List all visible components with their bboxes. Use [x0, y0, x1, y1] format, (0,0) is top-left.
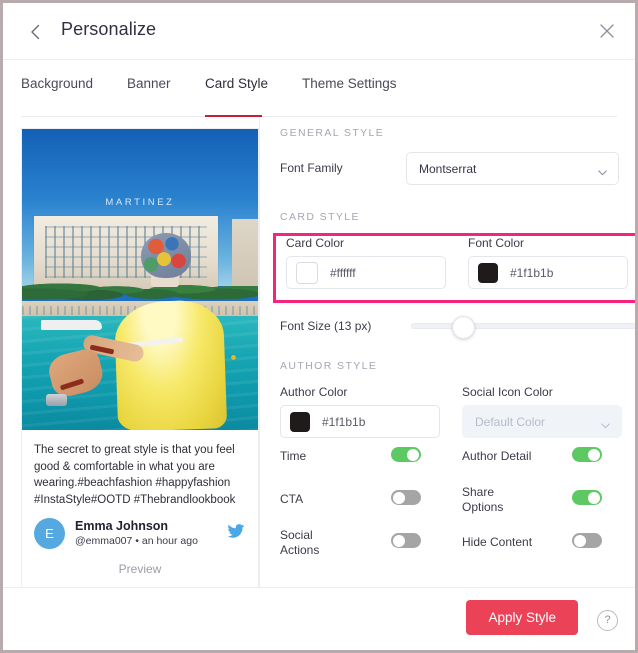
question-mark-icon[interactable]: ?	[597, 610, 618, 631]
toggle-knob	[407, 448, 419, 461]
share-options-line1: Share	[462, 485, 495, 499]
photo-woman-headscarf	[141, 232, 191, 278]
photo-buoy	[230, 354, 236, 360]
font-family-row: Font Family Montserrat	[280, 152, 635, 197]
card-color-label: Card Color	[286, 236, 345, 250]
toggle-share-options[interactable]	[572, 490, 602, 505]
social-icon-color-value: Default Color	[475, 414, 546, 429]
tab-background[interactable]: Background	[21, 76, 93, 91]
toggle-row-3: Social Actions Hide Content	[280, 528, 635, 568]
tab-theme-settings[interactable]: Theme Settings	[302, 76, 397, 91]
toggle-knob	[588, 491, 600, 504]
share-options-line2: Options	[462, 500, 504, 514]
toggle-time[interactable]	[391, 447, 421, 462]
section-card-style: CARD STYLE	[280, 211, 360, 223]
photo-watch	[45, 393, 67, 406]
card-color-value: #ffffff	[330, 265, 356, 280]
card-color-input[interactable]: #ffffff	[286, 256, 446, 289]
toggle-cta[interactable]	[391, 490, 421, 505]
chevron-down-icon	[598, 165, 607, 176]
photo-woman-dress	[114, 298, 228, 430]
preview-label: Preview	[118, 562, 162, 576]
author-handle: @emma007 • an hour ago	[75, 535, 198, 547]
toggle-label-share-options: Share Options	[462, 485, 503, 515]
toggle-label-hide-content: Hide Content	[462, 535, 533, 549]
photo-boat	[40, 320, 103, 330]
preview-card: MARTINEZ The secret to great style is th…	[21, 128, 259, 588]
font-size-slider-thumb[interactable]	[451, 316, 475, 339]
toggle-knob	[588, 448, 600, 461]
photo-sign-text: MARTINEZ	[105, 196, 175, 208]
author-color-swatch[interactable]	[290, 411, 310, 432]
social-icon-color-select[interactable]: Default Color	[462, 405, 622, 438]
avatar: E	[34, 518, 65, 549]
social-actions-line2: Actions	[280, 543, 320, 557]
toggle-knob	[393, 491, 405, 504]
section-author-style: AUTHOR STYLE	[280, 360, 378, 372]
toggle-author-detail[interactable]	[572, 447, 602, 462]
toggle-hide-content[interactable]	[572, 533, 602, 548]
toggle-knob	[393, 534, 405, 547]
toggle-label-time: Time	[280, 449, 307, 463]
toggle-row-1: Time Author Detail	[280, 447, 635, 485]
social-actions-line1: Social	[280, 528, 313, 542]
preview-panel: MARTINEZ The secret to great style is th…	[21, 128, 259, 588]
toggle-label-author-detail: Author Detail	[462, 449, 532, 463]
settings-panel: GENERAL STYLE Font Family Montserrat CAR…	[280, 117, 635, 568]
tab-banner[interactable]: Banner	[127, 76, 171, 91]
social-icon-color-label: Social Icon Color	[462, 385, 553, 399]
author-meta: Emma Johnson @emma007 • an hour ago	[75, 519, 226, 548]
toggle-row-2: CTA Share Options	[280, 485, 635, 528]
personalize-dialog: Personalize Background Banner Card Style…	[0, 0, 638, 653]
tab-card-style[interactable]: Card Style	[205, 76, 268, 91]
toggle-knob	[574, 534, 586, 547]
author-color-input[interactable]: #1f1b1b	[280, 405, 440, 438]
section-general-style: GENERAL STYLE	[280, 127, 385, 139]
card-style-colors-row: Card Color #ffffff Font Color #1f1b1b	[280, 236, 635, 298]
toggle-label-cta: CTA	[280, 492, 304, 506]
font-family-label: Font Family	[280, 161, 343, 175]
font-size-label: Font Size (13 px)	[280, 319, 372, 333]
tab-bar: Background Banner Card Style Theme Setti…	[3, 60, 635, 117]
font-color-swatch[interactable]	[478, 262, 498, 283]
chevron-left-icon[interactable]	[25, 21, 47, 43]
chevron-down-icon	[601, 418, 610, 429]
column-divider	[259, 117, 260, 623]
font-family-value: Montserrat	[419, 161, 477, 176]
font-color-input[interactable]: #1f1b1b	[468, 256, 628, 289]
author-name: Emma Johnson	[75, 519, 169, 533]
card-color-swatch[interactable]	[296, 261, 318, 284]
card-author-row: E Emma Johnson @emma007 • an hour ago	[22, 508, 258, 549]
card-photo: MARTINEZ	[22, 129, 258, 430]
close-icon[interactable]	[597, 21, 617, 41]
author-color-value: #1f1b1b	[322, 414, 366, 429]
font-color-value: #1f1b1b	[510, 265, 554, 280]
page-title: Personalize	[61, 19, 157, 39]
font-size-slider[interactable]	[411, 316, 635, 339]
dialog-footer: Apply Style ?	[3, 587, 635, 650]
twitter-icon	[226, 522, 246, 545]
author-color-label: Author Color	[280, 385, 348, 399]
toggle-social-actions[interactable]	[391, 533, 421, 548]
font-family-select[interactable]: Montserrat	[406, 152, 619, 185]
card-body-text: The secret to great style is that you fe…	[34, 444, 236, 506]
font-size-row: Font Size (13 px)	[280, 312, 635, 360]
dialog-titlebar: Personalize	[3, 3, 635, 60]
author-style-colors-row: Author Color #1f1b1b Social Icon Color D…	[280, 385, 635, 447]
dialog-content: MARTINEZ The secret to great style is th…	[3, 117, 635, 645]
font-color-label: Font Color	[468, 236, 525, 250]
toggle-label-social-actions: Social Actions	[280, 528, 319, 558]
apply-style-button[interactable]: Apply Style	[466, 600, 578, 635]
